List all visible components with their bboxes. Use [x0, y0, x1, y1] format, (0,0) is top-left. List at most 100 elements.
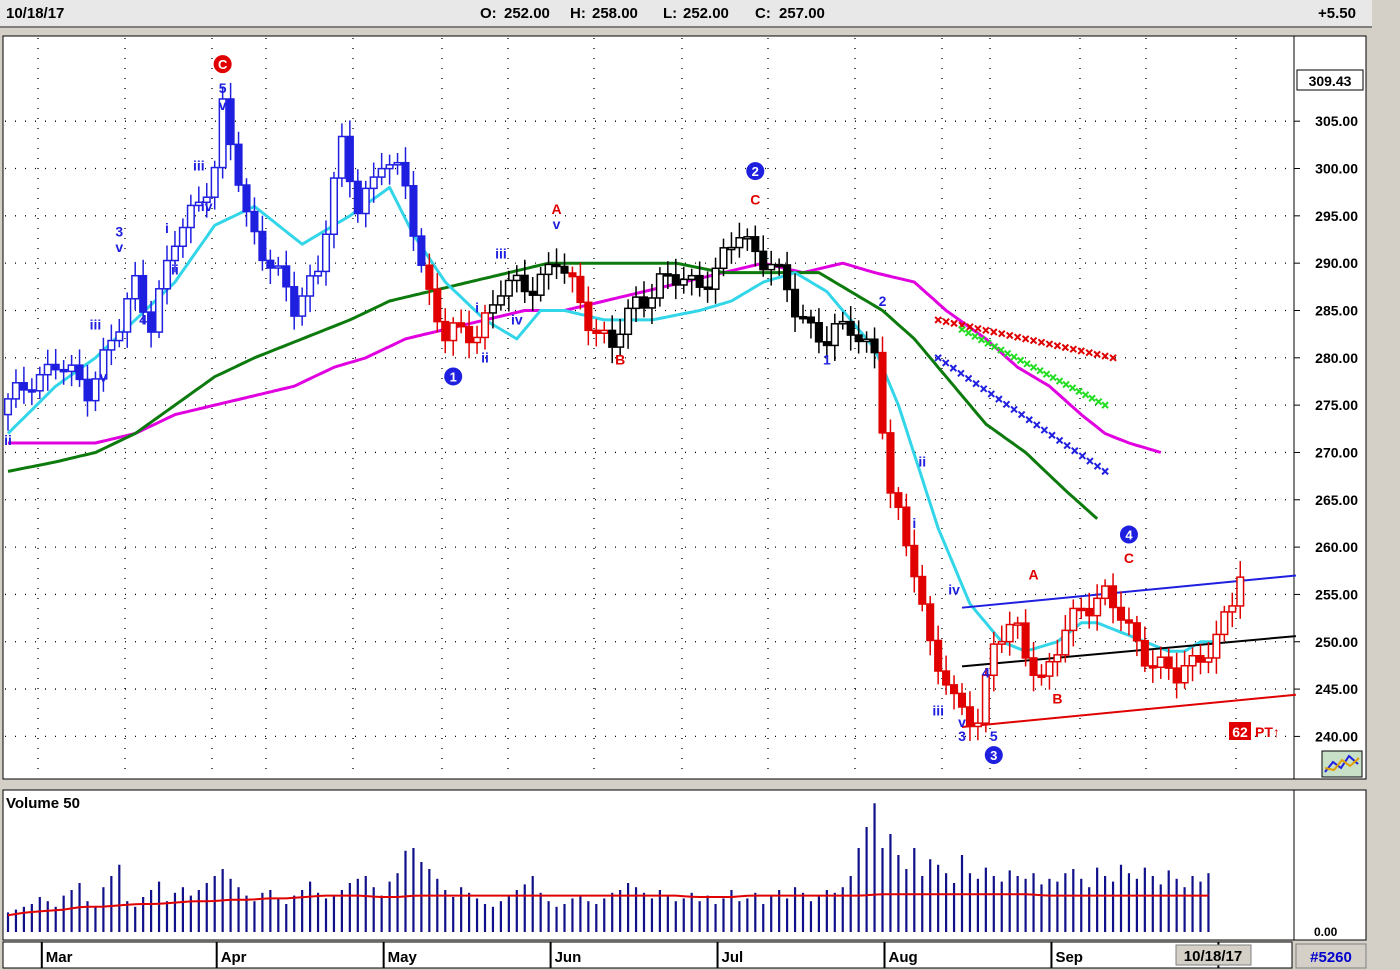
wave-label: 1: [823, 351, 831, 367]
candle-body: [528, 290, 537, 296]
candle-body: [11, 382, 20, 400]
candle-body: [353, 180, 362, 215]
candle-body: [226, 98, 235, 146]
y-tick-label: 245.00: [1315, 681, 1358, 697]
candle-body: [1061, 629, 1070, 656]
y-tick-label: 275.00: [1315, 397, 1358, 413]
candle-body: [663, 273, 672, 277]
footer-date: 10/18/17: [1184, 948, 1242, 965]
y-tick-label: 305.00: [1315, 113, 1358, 129]
candle-body: [759, 250, 768, 271]
wave-label: 5: [219, 80, 227, 96]
candle-body: [155, 288, 164, 333]
candle-body: [536, 273, 545, 296]
y-tick-label: 255.00: [1315, 586, 1358, 602]
candle-body: [520, 274, 529, 293]
month-label: Sep: [1055, 949, 1083, 966]
last-price-tag: 309.43: [1296, 69, 1364, 91]
symbol-id: #5260: [1310, 949, 1352, 966]
candle-body: [639, 296, 649, 309]
wave-label: 2: [879, 293, 887, 309]
candle-body: [401, 161, 410, 187]
wave-label: A: [1028, 566, 1038, 582]
candle-body: [83, 378, 92, 402]
price-chart[interactable]: C5viiiiviii3v4iiivii1iiiiiiivAvB2C12iiii…: [0, 0, 1400, 970]
candle-body: [743, 236, 752, 240]
candle-body: [552, 263, 561, 268]
wave-label: 5: [990, 728, 998, 744]
candle-body: [981, 674, 990, 724]
candle-body: [234, 143, 243, 186]
candle-body: [488, 304, 497, 314]
month-label: Apr: [221, 949, 247, 966]
candle-body: [798, 315, 808, 320]
wave-label: iii: [495, 245, 507, 261]
candle-body: [854, 334, 863, 343]
candle-body: [19, 382, 28, 391]
candle-body: [822, 341, 831, 347]
candle-body: [957, 692, 967, 708]
candle-body: [512, 274, 521, 282]
volume-panel: [2, 789, 1295, 941]
candle-body: [385, 164, 394, 170]
candle-body: [1148, 665, 1157, 669]
candle-body: [687, 274, 696, 281]
wave-label: v: [100, 368, 108, 384]
symbol-id-box: #5260: [1295, 943, 1367, 969]
month-label: Aug: [889, 949, 918, 966]
y-tick-label: 240.00: [1315, 728, 1358, 744]
candle-body: [115, 331, 124, 342]
candle-body: [210, 166, 219, 198]
candle-body: [735, 236, 744, 249]
candle-body: [1077, 607, 1086, 612]
wave-label: iv: [948, 581, 960, 597]
candle-body: [1172, 667, 1181, 684]
wave-label: 4: [982, 665, 990, 681]
candle-body: [107, 339, 116, 351]
candle-body: [632, 296, 641, 310]
wave-label: 1: [450, 369, 457, 384]
chart-thumbnail-icon[interactable]: [1321, 750, 1363, 778]
candle-body: [600, 329, 609, 334]
month-label: Mar: [46, 949, 73, 966]
candle-body: [902, 506, 911, 547]
candle-body: [568, 272, 577, 278]
candle-body: [584, 301, 593, 332]
candle-body: [1188, 655, 1197, 667]
candle-body: [51, 363, 60, 371]
month-label: Jul: [722, 949, 744, 966]
candle-body: [1069, 607, 1078, 632]
y-tick-label: 280.00: [1315, 350, 1358, 366]
candle-body: [616, 333, 625, 348]
candle-body: [35, 373, 44, 392]
candle-body: [314, 270, 323, 277]
wave-label: 3: [958, 728, 966, 744]
candle-body: [727, 246, 736, 251]
wave-label: ii: [481, 350, 489, 366]
wave-label: ii: [171, 262, 179, 278]
wave-label: C: [1124, 550, 1134, 566]
candle-body: [417, 235, 426, 266]
candle-body: [814, 322, 823, 343]
candle-body: [1037, 674, 1046, 678]
candle-body: [910, 544, 919, 578]
candle-body: [838, 320, 847, 325]
candle-body: [27, 389, 36, 393]
candle-body: [576, 275, 585, 304]
candle-body: [306, 275, 315, 297]
candle-body: [1021, 622, 1030, 659]
candle-body: [1236, 576, 1245, 607]
wave-label: i: [475, 299, 479, 315]
wave-label: B: [615, 351, 625, 367]
candle-body: [608, 329, 617, 348]
candle-body: [242, 184, 251, 213]
y-tick-label: 260.00: [1315, 539, 1358, 555]
candle-body: [59, 368, 68, 373]
candle-body: [425, 264, 434, 290]
candle-body: [655, 273, 664, 299]
candle-body: [671, 274, 680, 286]
candle-body: [290, 286, 299, 317]
candle-body: [1212, 633, 1221, 659]
candle-body: [369, 176, 378, 190]
date-axis-panel: [2, 941, 1293, 969]
